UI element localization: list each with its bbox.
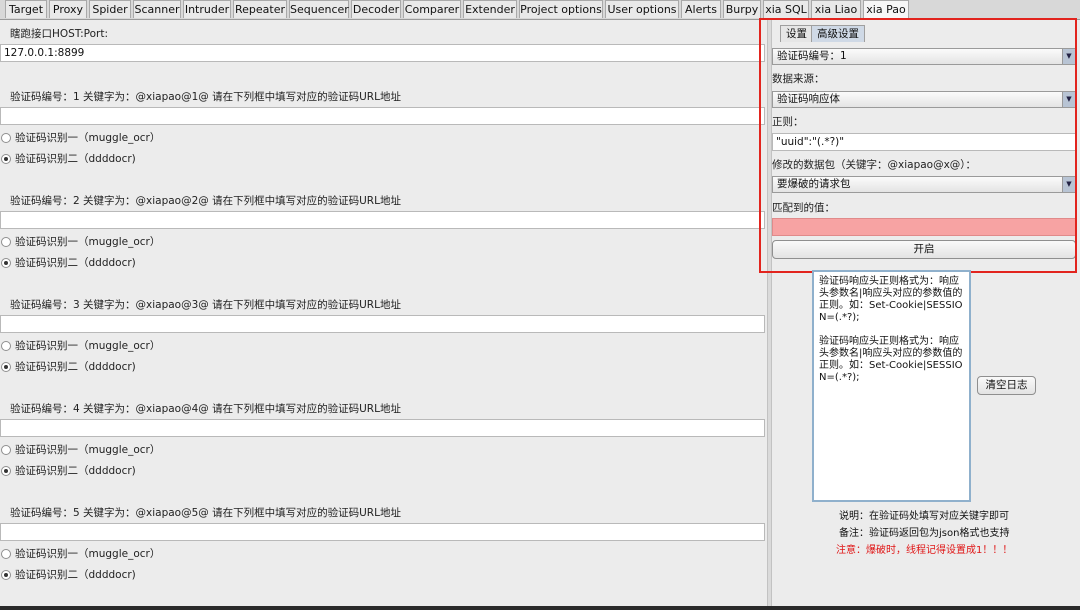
captcha-5-ocr2-radio[interactable]: 验证码识别二（ddddocr) (1, 567, 136, 582)
regex-input[interactable]: "uuid":"(.*?)" (772, 133, 1076, 151)
packet-value: 要爆破的请求包 (777, 178, 851, 190)
tab-decoder[interactable]: Decoder (351, 0, 401, 18)
radio-on-icon (1, 361, 11, 372)
captcha-2-url-input[interactable] (0, 211, 765, 229)
radio-label: 验证码识别一（muggle_ocr） (15, 548, 161, 560)
radio-off-icon (1, 132, 11, 143)
radio-label: 验证码识别一（muggle_ocr） (15, 340, 161, 352)
captcha-1-ocr1-radio[interactable]: 验证码识别一（muggle_ocr） (1, 130, 160, 145)
radio-on-icon (1, 153, 11, 164)
subtab-settings[interactable]: 设置 (780, 25, 813, 42)
host-input[interactable]: 127.0.0.1:8899 (0, 44, 765, 62)
radio-label: 验证码识别二（ddddocr) (15, 153, 136, 165)
radio-off-icon (1, 444, 11, 455)
packet-label: 修改的数据包（关键字：@xiapao@x@）： (772, 159, 977, 171)
match-label: 匹配到的值： (772, 202, 835, 214)
chevron-down-icon: ▼ (1062, 49, 1075, 64)
source-label: 数据来源： (772, 73, 825, 85)
tab-comparer[interactable]: Comparer (403, 0, 461, 18)
tab-alerts[interactable]: Alerts (681, 0, 721, 18)
captcha-number-select[interactable]: 验证码编号：1 ▼ (772, 48, 1076, 65)
captcha-5-ocr1-radio[interactable]: 验证码识别一（muggle_ocr） (1, 546, 160, 561)
subtab-advanced-settings[interactable]: 高级设置 (811, 25, 865, 42)
radio-label: 验证码识别一（muggle_ocr） (15, 236, 161, 248)
tab-xia-sql[interactable]: xia SQL (763, 0, 809, 18)
chevron-down-icon: ▼ (1062, 92, 1075, 107)
tab-repeater[interactable]: Repeater (233, 0, 287, 18)
tab-target[interactable]: Target (5, 0, 47, 18)
tab-extender[interactable]: Extender (463, 0, 517, 18)
tab-intruder[interactable]: Intruder (183, 0, 231, 18)
source-select[interactable]: 验证码响应体 ▼ (772, 91, 1076, 108)
captcha-5-url-input[interactable] (0, 523, 765, 541)
bottom-bar (0, 606, 1080, 610)
note-remark: 备注：验证码返回包为json格式也支持 (839, 528, 1010, 539)
log-line: 验证码响应头正则格式为：响应头参数名|响应头对应的参数值的正则。如：Set-Co… (819, 276, 963, 323)
captcha-3-ocr2-radio[interactable]: 验证码识别二（ddddocr) (1, 359, 136, 374)
captcha-3-url-input[interactable] (0, 315, 765, 333)
captcha-1-url-input[interactable] (0, 107, 765, 125)
radio-off-icon (1, 548, 11, 559)
start-button[interactable]: 开启 (772, 240, 1076, 259)
captcha-4-title: 验证码编号：4 关键字为：@xiapao@4@ 请在下列框中填写对应的验证码UR… (10, 403, 401, 415)
host-label: 瞎跑接口HOST:Port: (10, 28, 108, 40)
captcha-config-pane: 瞎跑接口HOST:Port: 127.0.0.1:8899 验证码编号：1 关键… (0, 20, 767, 607)
captcha-1-title: 验证码编号：1 关键字为：@xiapao@1@ 请在下列框中填写对应的验证码UR… (10, 91, 401, 103)
tab-proxy[interactable]: Proxy (49, 0, 87, 18)
radio-off-icon (1, 340, 11, 351)
tab-scanner[interactable]: Scanner (133, 0, 181, 18)
captcha-3-title: 验证码编号：3 关键字为：@xiapao@3@ 请在下列框中填写对应的验证码UR… (10, 299, 401, 311)
radio-label: 验证码识别二（ddddocr) (15, 569, 136, 581)
source-value: 验证码响应体 (777, 93, 840, 105)
tab-spider[interactable]: Spider (89, 0, 131, 18)
captcha-1-ocr2-radio[interactable]: 验证码识别二（ddddocr) (1, 151, 136, 166)
regex-label: 正则： (772, 116, 804, 128)
captcha-3-ocr1-radio[interactable]: 验证码识别一（muggle_ocr） (1, 338, 160, 353)
radio-on-icon (1, 569, 11, 580)
radio-on-icon (1, 465, 11, 476)
tab-project-options[interactable]: Project options (519, 0, 603, 18)
radio-label: 验证码识别一（muggle_ocr） (15, 444, 161, 456)
tab-user-options[interactable]: User options (605, 0, 679, 18)
radio-off-icon (1, 236, 11, 247)
captcha-4-ocr1-radio[interactable]: 验证码识别一（muggle_ocr） (1, 442, 160, 457)
captcha-5-title: 验证码编号：5 关键字为：@xiapao@5@ 请在下列框中填写对应的验证码UR… (10, 507, 401, 519)
log-line: 验证码响应头正则格式为：响应头参数名|响应头对应的参数值的正则。如：Set-Co… (819, 336, 963, 383)
tab-burpy[interactable]: Burpy (723, 0, 761, 18)
tab-sequencer[interactable]: Sequencer (289, 0, 349, 18)
radio-label: 验证码识别二（ddddocr) (15, 361, 136, 373)
match-value-field[interactable] (772, 218, 1076, 236)
captcha-2-title: 验证码编号：2 关键字为：@xiapao@2@ 请在下列框中填写对应的验证码UR… (10, 195, 401, 207)
radio-label: 验证码识别二（ddddocr) (15, 257, 136, 269)
log-area[interactable]: 验证码响应头正则格式为：响应头参数名|响应头对应的参数值的正则。如：Set-Co… (812, 270, 971, 502)
packet-select[interactable]: 要爆破的请求包 ▼ (772, 176, 1076, 193)
captcha-2-ocr1-radio[interactable]: 验证码识别一（muggle_ocr） (1, 234, 160, 249)
captcha-4-url-input[interactable] (0, 419, 765, 437)
tab-xia-liao[interactable]: xia Liao (811, 0, 861, 18)
tab-xia-pao[interactable]: xia Pao (863, 0, 909, 18)
captcha-number-value: 验证码编号：1 (777, 50, 847, 62)
captcha-4-ocr2-radio[interactable]: 验证码识别二（ddddocr) (1, 463, 136, 478)
chevron-down-icon: ▼ (1062, 177, 1075, 192)
radio-label: 验证码识别一（muggle_ocr） (15, 132, 161, 144)
note-warning: 注意：爆破时，线程记得设置成1！！！ (836, 545, 1013, 556)
radio-on-icon (1, 257, 11, 268)
radio-label: 验证码识别二（ddddocr) (15, 465, 136, 477)
captcha-2-ocr2-radio[interactable]: 验证码识别二（ddddocr) (1, 255, 136, 270)
main-tab-bar: Target Proxy Spider Scanner Intruder Rep… (0, 0, 1080, 20)
note-description: 说明：在验证码处填写对应关键字即可 (839, 511, 1009, 522)
clear-log-button[interactable]: 清空日志 (977, 376, 1036, 395)
